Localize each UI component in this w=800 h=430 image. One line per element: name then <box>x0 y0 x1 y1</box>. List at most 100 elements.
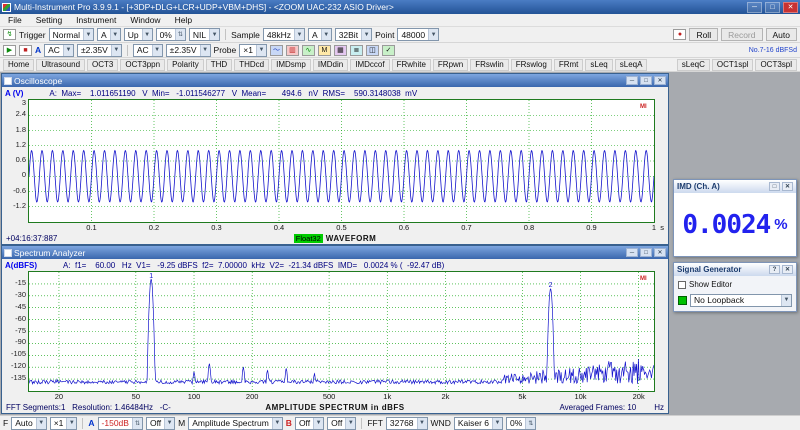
menu-file[interactable]: File <box>1 15 29 25</box>
app-window: { "colors": { "grid": "#00a000", "trace"… <box>0 0 800 430</box>
trigger-mode-select[interactable]: Normal▼ <box>49 28 94 41</box>
window-label: WND <box>431 418 451 428</box>
coupling-a-select[interactable]: AC▼ <box>44 44 74 57</box>
panel-button-frwhite[interactable]: FRwhite <box>392 59 431 71</box>
chevron-down-icon: ▼ <box>209 29 219 40</box>
maximize-button[interactable]: □ <box>769 182 780 191</box>
scope-channel-label: A (V) <box>5 89 23 98</box>
y-tick-label: -15 <box>15 279 26 287</box>
signal-generator-title-bar[interactable]: Signal Generator ? ✕ <box>674 263 796 276</box>
close-button[interactable]: ✕ <box>782 182 793 191</box>
chevron-down-icon: ▼ <box>417 418 427 429</box>
panel-button-frpwn[interactable]: FRpwn <box>433 59 468 71</box>
range-a-select[interactable]: ±2.35V▼ <box>77 44 122 57</box>
device-test-plan-icon[interactable]: ✓ <box>382 45 395 56</box>
multimeter-icon[interactable]: M <box>318 45 331 56</box>
menu-setting[interactable]: Setting <box>29 15 69 25</box>
record-button[interactable]: Record <box>721 28 762 41</box>
a-mode-select[interactable]: Off▼ <box>146 417 175 430</box>
panel-button-home[interactable]: Home <box>3 59 34 71</box>
panel-button-oct3ppn[interactable]: OCT3ppn <box>120 59 165 71</box>
show-editor-checkbox[interactable] <box>678 281 686 289</box>
y-tick-label: -45 <box>15 303 26 311</box>
scope-plot-area[interactable]: MI <box>28 99 655 223</box>
data-logger-icon[interactable]: ≣ <box>350 45 363 56</box>
panel-button-imdsmp[interactable]: IMDsmp <box>271 59 311 71</box>
x-tick-label: 20k <box>629 392 649 402</box>
spectrum-title-bar[interactable]: Spectrum Analyzer ─ □ ✕ <box>2 246 668 259</box>
mdi-workspace: Oscilloscope ─ □ ✕ A (V) A: Max= 1.01165… <box>0 72 800 415</box>
minimize-button[interactable]: ─ <box>626 76 638 85</box>
panel-button-oct1spl[interactable]: OCT1spl <box>712 59 754 71</box>
b-mode-select[interactable]: Off▼ <box>327 417 356 430</box>
panel-button-ultrasound[interactable]: Ultrasound <box>36 59 85 71</box>
spectrum-plot-area[interactable]: 12MI <box>28 271 655 392</box>
spectrum-3d-icon[interactable]: ▦ <box>334 45 347 56</box>
sample-bits-select[interactable]: 32Bit▼ <box>335 28 372 41</box>
spectrum-analyzer-icon[interactable]: ▥ <box>286 45 299 56</box>
imd-panel: IMD (Ch. A) □ ✕ 0.0024 % <box>673 179 797 257</box>
loopback-select[interactable]: No Loopback▼ <box>690 294 792 307</box>
panel-button-sleqa[interactable]: sLeqA <box>615 59 648 71</box>
menu-window[interactable]: Window <box>123 15 167 25</box>
sample-rate-select[interactable]: 48kHz▼ <box>263 28 305 41</box>
menu-instrument[interactable]: Instrument <box>69 15 123 25</box>
minimize-button[interactable]: ─ <box>747 2 762 13</box>
panel-button-imdccof[interactable]: IMDccof <box>350 59 389 71</box>
ddp-viewer-icon[interactable]: ◫ <box>366 45 379 56</box>
a-range-spinner[interactable]: -150dB⇅ <box>98 417 143 430</box>
panel-button-frmt[interactable]: FRmt <box>554 59 584 71</box>
trigger-icon: ↯ <box>3 29 16 40</box>
signal-generator-icon[interactable]: ∿ <box>302 45 315 56</box>
help-button[interactable]: ? <box>769 265 780 274</box>
close-button[interactable]: ✕ <box>782 265 793 274</box>
auto-button[interactable]: Auto <box>766 28 798 41</box>
chevron-down-icon: ▼ <box>111 45 121 56</box>
imd-panel-title-bar[interactable]: IMD (Ch. A) □ ✕ <box>674 180 796 193</box>
panel-button-thd[interactable]: THD <box>206 59 232 71</box>
panel-button-frswlog[interactable]: FRswlog <box>511 59 552 71</box>
overlap-spinner[interactable]: 0%⇅ <box>506 417 536 430</box>
trigger-source-select[interactable]: A▼ <box>97 28 121 41</box>
y-tick-label: 0.6 <box>16 156 26 164</box>
panel-button-thdcd[interactable]: THDcd <box>234 59 269 71</box>
b-range-select[interactable]: Off▼ <box>295 417 324 430</box>
panel-button-oct3[interactable]: OCT3 <box>87 59 118 71</box>
close-button[interactable]: ✕ <box>783 2 798 13</box>
panel-button-sleqc[interactable]: sLeqC <box>677 59 710 71</box>
close-button[interactable]: ✕ <box>654 76 666 85</box>
panel-button-oct3spl[interactable]: OCT3spl <box>755 59 797 71</box>
spectrum-mode-select[interactable]: Amplitude Spectrum▼ <box>188 417 283 430</box>
panel-button-frswlin[interactable]: FRswlin <box>470 59 508 71</box>
oscilloscope-icon[interactable]: 〜 <box>270 45 283 56</box>
minimize-button[interactable]: ─ <box>626 248 638 257</box>
panel-button-sleq[interactable]: sLeq <box>585 59 612 71</box>
averaged-frames-label: Averaged Frames: 10 <box>559 403 636 412</box>
trigger-level-spinner[interactable]: 0%⇅ <box>156 28 186 41</box>
frequency-range-select[interactable]: Auto▼ <box>11 417 47 430</box>
roll-button[interactable]: Roll <box>689 28 718 41</box>
stop-icon[interactable]: ■ <box>19 45 32 56</box>
window-function-select[interactable]: Kaiser 6▼ <box>454 417 503 430</box>
y-tick-label: -135 <box>11 374 26 382</box>
close-button[interactable]: ✕ <box>654 248 666 257</box>
maximize-button[interactable]: □ <box>765 2 780 13</box>
maximize-button[interactable]: □ <box>640 76 652 85</box>
run-icon[interactable]: ▶ <box>3 45 16 56</box>
point-count-select[interactable]: 48000▼ <box>397 28 439 41</box>
trigger-edge-select[interactable]: Up▼ <box>124 28 153 41</box>
menu-help[interactable]: Help <box>168 15 199 25</box>
sample-channel-select[interactable]: A▼ <box>308 28 332 41</box>
y-tick-label: 3 <box>22 99 26 107</box>
fft-size-select[interactable]: 32768▼ <box>386 417 428 430</box>
coupling-b-select[interactable]: AC▼ <box>133 44 163 57</box>
trigger-reject-select[interactable]: NIL▼ <box>189 28 220 41</box>
zoom-select[interactable]: ×1▼ <box>50 417 78 430</box>
panel-button-polarity[interactable]: Polarity <box>167 59 204 71</box>
range-b-select[interactable]: ±2.35V▼ <box>166 44 211 57</box>
oscilloscope-title-bar[interactable]: Oscilloscope ─ □ ✕ <box>2 74 668 87</box>
probe-select[interactable]: ×1▼ <box>239 44 267 57</box>
spectrum-analyzer-window: Spectrum Analyzer ─ □ ✕ A(dBFS) A: f1= 6… <box>1 245 669 414</box>
panel-button-imddin[interactable]: IMDdin <box>313 59 348 71</box>
maximize-button[interactable]: □ <box>640 248 652 257</box>
